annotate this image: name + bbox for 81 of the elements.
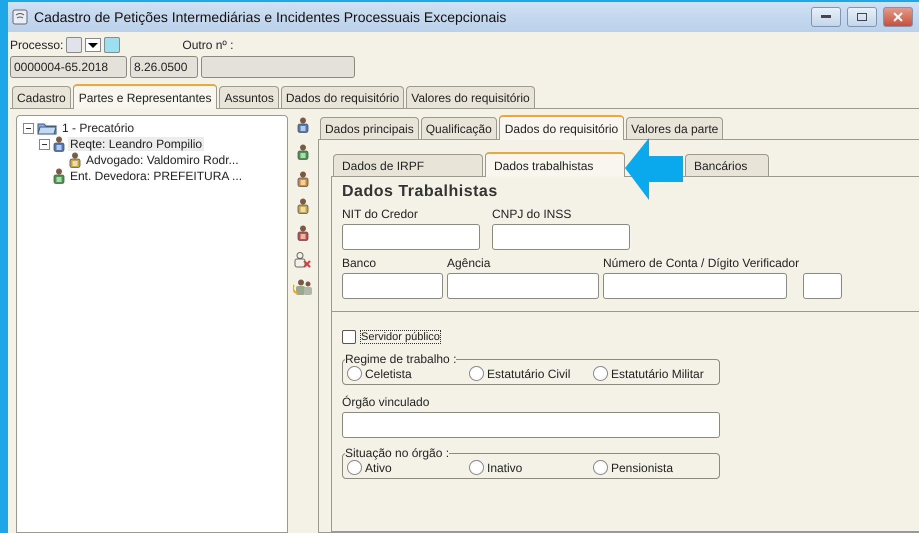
folder-icon xyxy=(37,121,57,135)
tab[interactable]: Cadastro xyxy=(12,86,71,108)
expander-icon[interactable] xyxy=(39,138,50,150)
radio-label: Ativo xyxy=(365,460,392,474)
processo-label: Processo: xyxy=(10,38,64,52)
person-icon[interactable] xyxy=(69,152,81,168)
process-number-field[interactable]: 8.26.0500 xyxy=(130,56,198,78)
pointer-arrow-icon xyxy=(625,138,683,200)
tree-item[interactable]: Reqte: Leandro Pompilio xyxy=(68,137,204,151)
close-button[interactable] xyxy=(883,7,913,27)
tab[interactable]: Bancários xyxy=(685,154,769,176)
radio-option[interactable]: Celetista xyxy=(347,366,469,381)
add-person-icon[interactable] xyxy=(297,225,309,241)
radio-button[interactable] xyxy=(593,460,608,475)
checkbox-label[interactable]: Servidor público xyxy=(360,330,441,344)
tab[interactable]: Dados do requisitório xyxy=(280,86,404,108)
tab[interactable]: Dados trabalhistas xyxy=(485,152,625,177)
minimize-button[interactable] xyxy=(811,7,841,27)
group-legend: Situação no órgão : xyxy=(345,446,450,460)
tab[interactable]: Partes e Representantes xyxy=(72,84,218,109)
checkbox[interactable] xyxy=(342,330,356,344)
tab[interactable]: Valores da parte xyxy=(626,117,724,139)
maximize-icon xyxy=(857,13,867,21)
close-icon xyxy=(893,12,903,22)
tab[interactable]: Qualificação xyxy=(420,117,497,139)
add-person-icon[interactable] xyxy=(297,171,309,187)
swap-people-icon[interactable] xyxy=(293,279,313,296)
outro-field[interactable] xyxy=(201,56,355,78)
section-heading: Dados Trabalhistas xyxy=(342,183,499,201)
maximize-button[interactable] xyxy=(847,7,877,27)
field-label: Banco xyxy=(342,256,378,270)
app-icon xyxy=(12,9,28,25)
tree-item[interactable]: Ent. Devedora: PREFEITURA ... xyxy=(68,169,244,183)
radio-option[interactable]: Ativo xyxy=(347,460,469,475)
tree-item[interactable]: 1 - Precatório xyxy=(60,121,136,135)
window-title: Cadastro de Petições Intermediárias e Incidentes Processuais Excepcionais xyxy=(34,9,508,25)
radio-button[interactable] xyxy=(347,366,362,381)
input-field[interactable] xyxy=(803,273,842,299)
radio-button[interactable] xyxy=(469,460,484,475)
field-label: CNPJ do INSS xyxy=(492,207,572,221)
radio-label: Estatutário Militar xyxy=(611,366,704,380)
tree-item[interactable]: Advogado: Valdomiro Rodr... xyxy=(84,153,241,167)
tab[interactable]: Dados do requisitório xyxy=(498,115,624,140)
person-icon[interactable] xyxy=(53,168,65,184)
input-field[interactable] xyxy=(342,273,443,299)
outro-label: Outro nº : xyxy=(182,38,234,52)
person-icon[interactable] xyxy=(53,136,65,152)
remove-person-icon[interactable] xyxy=(294,252,312,268)
tab[interactable]: Assuntos xyxy=(219,86,279,108)
add-person-icon[interactable] xyxy=(297,198,309,214)
tab[interactable]: Dados de IRPF xyxy=(333,154,483,176)
input-field[interactable] xyxy=(342,224,480,250)
input-field[interactable] xyxy=(492,224,630,250)
color-swatch-icon[interactable] xyxy=(104,37,120,53)
radio-option[interactable]: Inativo xyxy=(469,460,593,475)
radio-button[interactable] xyxy=(593,366,608,381)
field-label: Número de Conta / Dígito Verificador xyxy=(603,256,800,270)
dropdown-icon[interactable] xyxy=(85,38,102,52)
tab[interactable]: Valores do requisitório xyxy=(406,86,535,108)
group-legend: Regime de trabalho : xyxy=(345,352,456,366)
expander-icon[interactable] xyxy=(23,122,34,134)
add-person-icon[interactable] xyxy=(297,144,309,160)
field-label: NIT do Credor xyxy=(342,207,419,221)
field-label: Agência xyxy=(447,256,492,270)
minimize-icon xyxy=(821,15,831,19)
input-field[interactable] xyxy=(603,273,787,299)
radio-label: Celetista xyxy=(365,366,412,380)
radio-label: Pensionista xyxy=(611,460,674,474)
input-field[interactable] xyxy=(447,273,599,299)
radio-button[interactable] xyxy=(347,460,362,475)
radio-button[interactable] xyxy=(469,366,484,381)
input-field[interactable] xyxy=(342,412,720,438)
radio-option[interactable]: Estatutário Militar xyxy=(593,366,713,381)
add-person-icon[interactable] xyxy=(297,117,309,133)
radio-option[interactable]: Pensionista xyxy=(593,460,713,475)
radio-label: Estatutário Civil xyxy=(487,366,570,380)
process-number-field[interactable]: 0000004-65.2018 xyxy=(10,56,127,78)
tab[interactable]: Dados principais xyxy=(320,117,419,139)
radio-option[interactable]: Estatutário Civil xyxy=(469,366,593,381)
field-label: Órgão vinculado xyxy=(342,395,430,409)
radio-label: Inativo xyxy=(487,460,522,474)
